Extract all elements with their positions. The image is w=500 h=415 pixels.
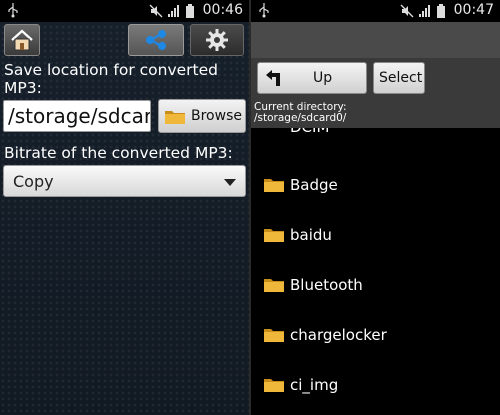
back-arrow-icon [266,70,280,86]
file-list-item[interactable]: ci_img [251,360,500,410]
save-location-label: Save location for converted MP3: [4,61,219,97]
browse-label: Browse [191,108,242,124]
mute-icon [149,4,163,18]
browse-button[interactable]: Browse [158,99,246,133]
file-name: ci_img [290,376,339,394]
status-icons [149,4,195,18]
file-list: DCIM Badge baidu Bluetooth chargelocker ci_im… [251,128,500,415]
usb-icon [259,3,269,18]
file-list-item[interactable]: baidu [251,210,500,260]
battery-icon [186,4,194,18]
file-name: chargelocker [290,326,387,344]
file-list-item[interactable]: Bluetooth [251,260,500,310]
file-list-item[interactable]: Badge [251,160,500,210]
settings-button[interactable] [190,24,244,56]
gear-icon [206,29,228,51]
select-button[interactable]: Select [373,62,425,94]
header-title-bar [251,22,500,58]
home-icon [11,29,33,51]
home-button[interactable] [4,24,40,56]
up-label: Up [313,70,333,86]
folder-icon [264,329,284,342]
status-time: 00:46 [202,2,243,18]
folder-icon [264,279,284,292]
folder-icon [165,111,185,124]
file-name: DCIM [290,128,329,136]
bitrate-selected-value: Copy [13,172,54,191]
battery-icon [437,4,445,18]
folder-icon [264,229,284,242]
current-directory-path: /storage/sdcard0/ [254,112,347,124]
right-screen: 00:47 Up Select Current directory: /stor… [251,0,500,415]
file-name: Bluetooth [290,276,363,294]
status-time: 00:47 [453,2,494,18]
signal-icon [419,5,430,17]
signal-icon [168,5,179,17]
select-label: Select [379,70,423,86]
file-name: baidu [290,226,332,244]
bitrate-label: Bitrate of the converted MP3: [4,144,233,162]
bitrate-dropdown[interactable]: Copy [3,165,246,197]
mute-icon [400,4,414,18]
folder-icon [264,179,284,192]
left-screen: 00:46 Save location for converted MP3: /… [0,0,249,415]
share-button[interactable] [128,24,184,56]
up-button[interactable]: Up [257,62,367,94]
save-path-input[interactable]: /storage/sdcard0/Music [3,100,151,132]
share-icon [146,30,166,50]
status-icons [400,4,446,18]
dropdown-arrow-icon [224,179,236,186]
status-bar: 00:46 [0,0,249,22]
file-name: Badge [290,176,338,194]
file-list-item[interactable]: chargelocker [251,310,500,360]
status-bar: 00:47 [251,0,500,22]
folder-icon [264,379,284,392]
usb-icon [8,3,18,18]
